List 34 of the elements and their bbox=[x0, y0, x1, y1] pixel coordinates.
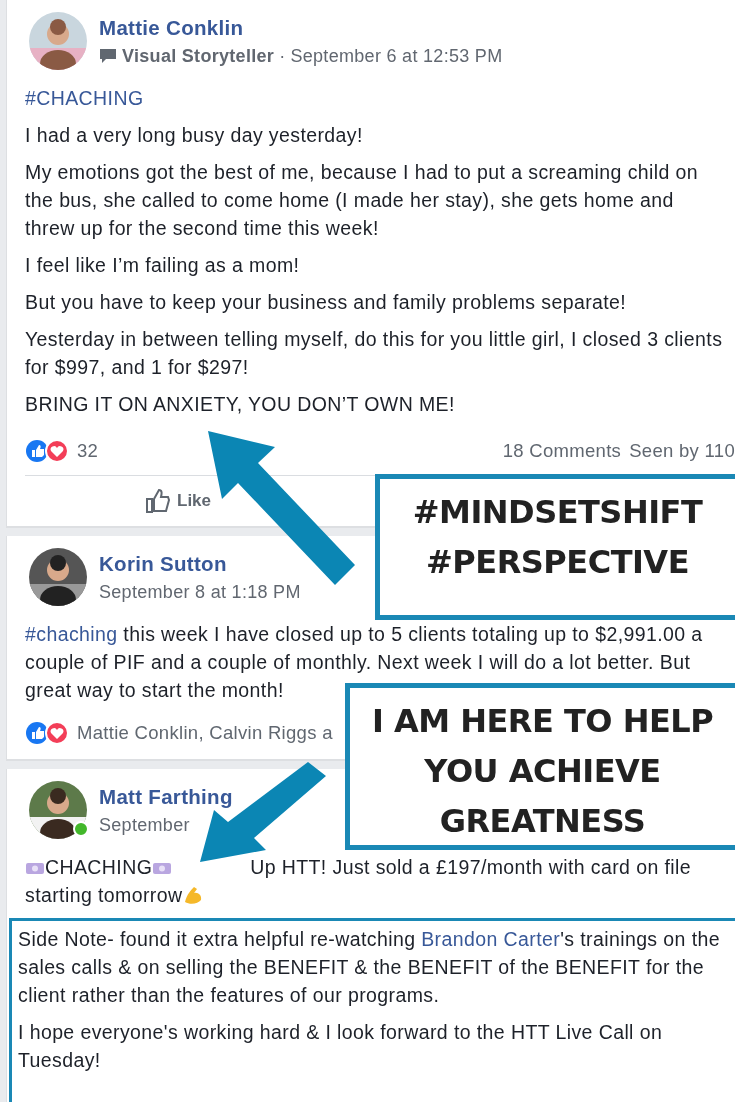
callout-text: YOU ACHIEVE bbox=[424, 751, 661, 792]
author-name[interactable]: Matt Farthing bbox=[99, 784, 233, 808]
post-time[interactable]: September 8 at 1:18 PM bbox=[99, 581, 301, 603]
like-button[interactable]: Like bbox=[145, 488, 212, 514]
link[interactable]: #chaching bbox=[25, 623, 118, 645]
post-text: CHACHING Up HTT! Just sold a £197/month with card on file starting tomorrow bbox=[25, 855, 692, 908]
post-text: I had a very long busy day yesterday! bbox=[25, 123, 364, 148]
callout-text: GREATNESS bbox=[439, 801, 646, 842]
post-text: I hope everyone's working hard & I look forward to the HTT Live Call on Tuesday! bbox=[18, 1020, 664, 1073]
money-icon bbox=[152, 860, 173, 876]
post-text: Side Note- found it extra helpful re-watching Brandon Carter's trainings on the sales calls & on selling the BENEFIT & the BENEFIT of the BENEFIT for the client rather than the features of our programs. bbox=[18, 927, 721, 1008]
post-text: BRING IT ON ANXIETY, YOU DON’T OWN ME! bbox=[25, 392, 456, 417]
link[interactable]: Brandon Carter bbox=[421, 928, 561, 950]
money-icon bbox=[25, 860, 45, 876]
callout-text: #MINDSETSHIFT bbox=[412, 492, 703, 533]
post-time[interactable]: September bbox=[99, 814, 190, 836]
post-text: I feel like I’m failing as a mom! bbox=[25, 253, 301, 278]
reaction-count[interactable]: Mattie Conklin, Calvin Riggs a bbox=[77, 722, 333, 744]
thumbs-up-icon bbox=[145, 488, 171, 514]
author-name[interactable]: Korin Sutton bbox=[99, 551, 227, 575]
post-time[interactable]: September 6 at 12:53 PM bbox=[290, 45, 503, 67]
hashtag-link[interactable]: #CHACHING bbox=[25, 84, 735, 112]
member-title: Visual Storyteller bbox=[122, 45, 275, 67]
post-text: But you have to keep your business and family problems separate! bbox=[25, 290, 628, 315]
post-stat[interactable]: Seen by 110 bbox=[629, 440, 735, 462]
post-text: Yesterday in between telling myself, do this for you little girl, I closed 3 clients for $997, and 1 for $297! bbox=[25, 327, 724, 380]
reaction-count[interactable]: 32 bbox=[77, 440, 99, 462]
post-stat[interactable]: 18 Comments bbox=[502, 440, 622, 462]
callout-text: #PERSPECTIVE bbox=[426, 542, 689, 583]
callout-text: I AM HERE TO HELP bbox=[371, 701, 714, 742]
post-text: My emotions got the best of me, because I had to put a screaming child on the bus, she called to come home (I made her stay), she gets home and threw up for the second time this week! bbox=[25, 160, 700, 241]
separator-dot: · bbox=[279, 45, 286, 67]
speech-bubble-icon bbox=[99, 48, 117, 64]
author-name[interactable]: Mattie Conklin bbox=[99, 15, 244, 39]
